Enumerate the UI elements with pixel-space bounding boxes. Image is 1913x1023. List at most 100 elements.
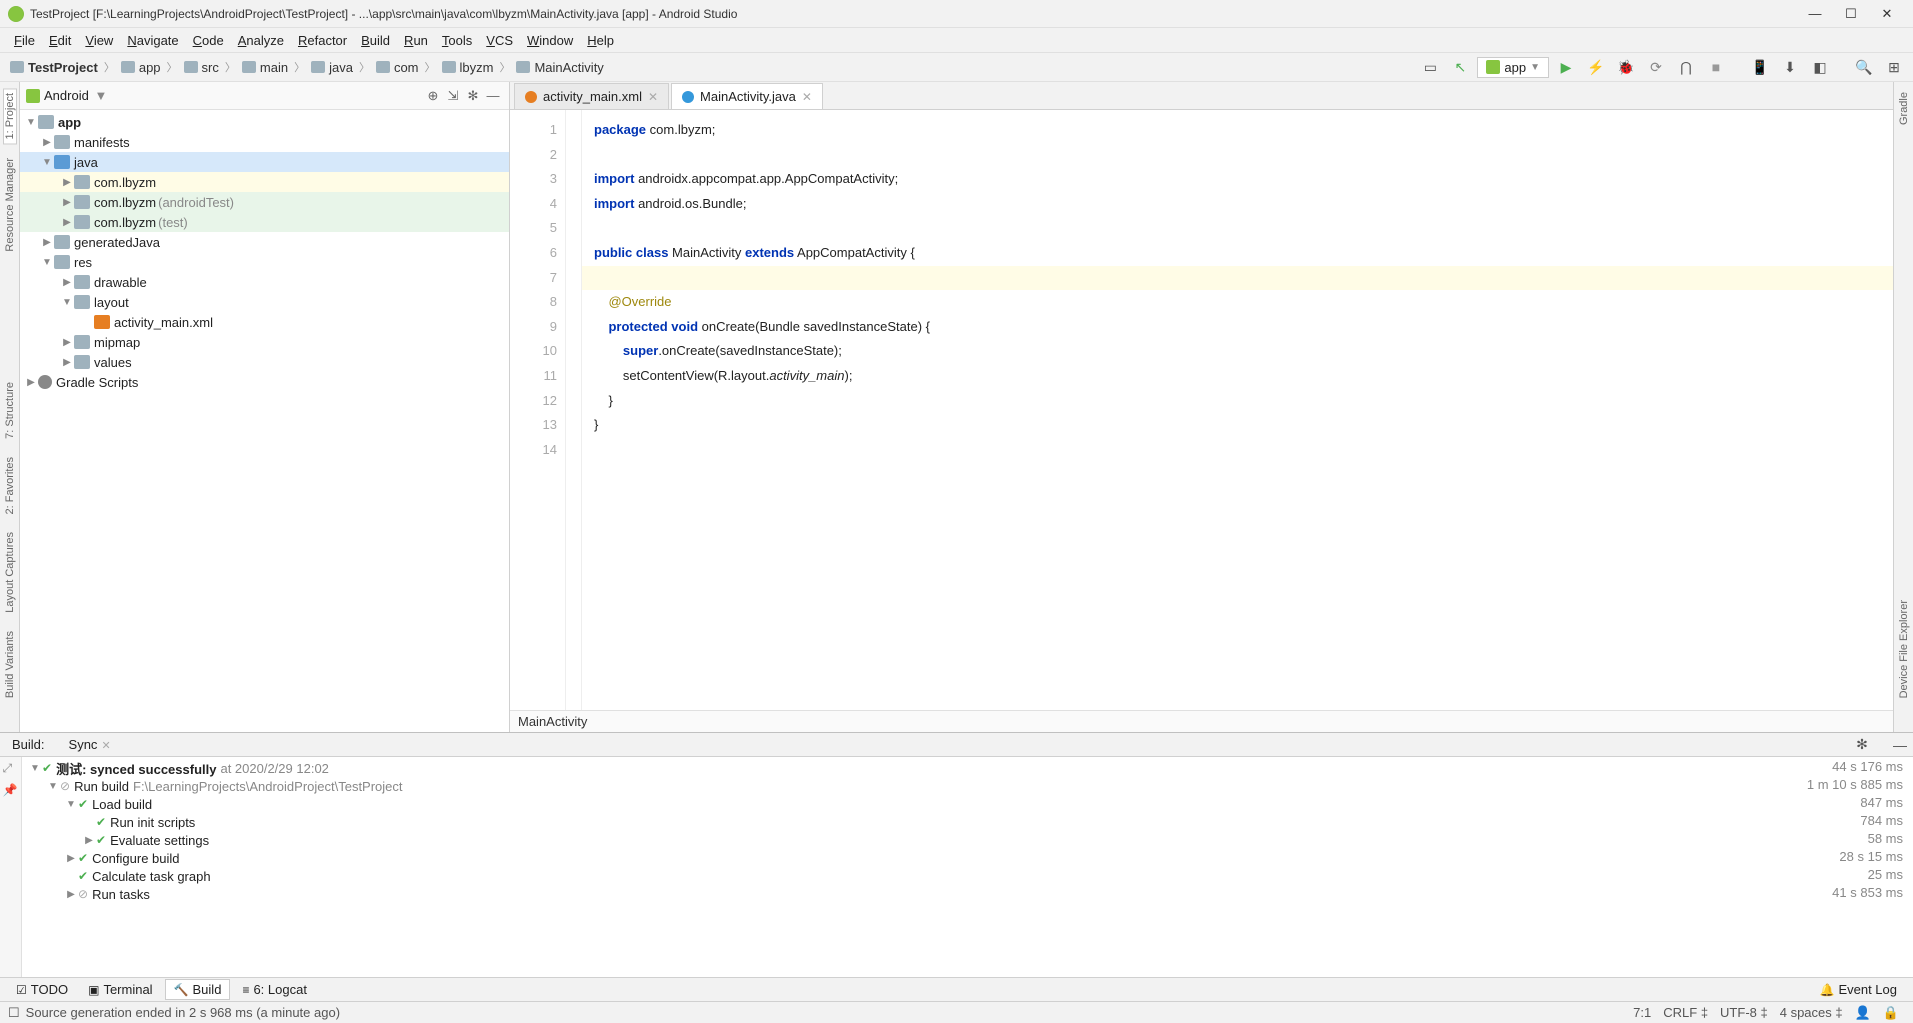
device-select-icon[interactable]: ▭ — [1417, 55, 1443, 79]
todo-tab[interactable]: ☑ TODO — [8, 980, 76, 999]
tree-node-drawable[interactable]: drawable — [20, 272, 509, 292]
build-tree[interactable]: ▼✔测试: synced successfullyat 2020/2/29 12… — [22, 757, 1793, 977]
tree-node-pkg-main[interactable]: com.lbyzm — [20, 172, 509, 192]
breadcrumb-testproject[interactable]: TestProject — [6, 58, 102, 77]
apply-changes-icon[interactable]: ⚡ — [1583, 55, 1609, 79]
inspection-icon[interactable]: 👤 — [1849, 1005, 1877, 1021]
close-button[interactable]: ✕ — [1869, 2, 1905, 26]
menu-build[interactable]: Build — [355, 31, 396, 50]
sync-tab[interactable]: Sync✕ — [63, 735, 117, 754]
build-item[interactable]: ▶✔Evaluate settings — [28, 831, 1787, 849]
search-everywhere-icon[interactable]: 🔍 — [1851, 55, 1877, 79]
close-icon[interactable]: ✕ — [802, 90, 812, 104]
build-variants-tab[interactable]: Build Variants — [4, 627, 16, 702]
project-tree[interactable]: app manifests java com.lbyzm com.lbyzm(a… — [20, 110, 509, 732]
indent-config[interactable]: 4 spaces ‡ — [1774, 1005, 1849, 1020]
tree-node-activity-main-xml[interactable]: activity_main.xml — [20, 312, 509, 332]
menu-edit[interactable]: Edit — [43, 31, 77, 50]
menu-file[interactable]: File — [8, 31, 41, 50]
code-editor[interactable]: package com.lbyzm; import androidx.appco… — [582, 110, 1893, 710]
menu-run[interactable]: Run — [398, 31, 434, 50]
gradle-tab[interactable]: Gradle — [1898, 88, 1910, 129]
event-log-tab[interactable]: 🔔 Event Log — [1812, 980, 1906, 999]
build-item[interactable]: ▼✔Load build — [28, 795, 1787, 813]
cursor-position[interactable]: 7:1 — [1627, 1005, 1657, 1020]
attach-debugger-icon[interactable]: ⋂ — [1673, 55, 1699, 79]
project-view-select[interactable]: Android ▼ — [44, 88, 423, 103]
breadcrumb-app[interactable]: app — [117, 58, 165, 77]
select-opened-icon[interactable]: ⊕ — [423, 86, 443, 106]
tree-node-manifests[interactable]: manifests — [20, 132, 509, 152]
editor-tab-MainActivity-java[interactable]: MainActivity.java✕ — [671, 83, 823, 109]
tree-node-generatedjava[interactable]: generatedJava — [20, 232, 509, 252]
build-item[interactable]: ✔Run init scripts — [28, 813, 1787, 831]
tree-node-gradle-scripts[interactable]: Gradle Scripts — [20, 372, 509, 392]
device-file-explorer-tab[interactable]: Device File Explorer — [1898, 596, 1910, 702]
editor-tab-activity_main-xml[interactable]: activity_main.xml✕ — [514, 83, 669, 109]
build-settings-icon[interactable]: ✻ — [1849, 733, 1875, 757]
tree-node-pkg-test[interactable]: com.lbyzm(test) — [20, 212, 509, 232]
menu-vcs[interactable]: VCS — [480, 31, 519, 50]
breadcrumb-java[interactable]: java — [307, 58, 357, 77]
stop-button[interactable]: ■ — [1703, 55, 1729, 79]
breadcrumb-main[interactable]: main — [238, 58, 292, 77]
menu-help[interactable]: Help — [581, 31, 620, 50]
tree-node-pkg-androidtest[interactable]: com.lbyzm(androidTest) — [20, 192, 509, 212]
layout-captures-tab[interactable]: Layout Captures — [4, 528, 16, 617]
tree-node-mipmap[interactable]: mipmap — [20, 332, 509, 352]
status-icon[interactable]: ☐ — [8, 1005, 20, 1021]
build-root-row[interactable]: ▼✔测试: synced successfullyat 2020/2/29 12… — [28, 759, 1787, 777]
menu-view[interactable]: View — [79, 31, 119, 50]
breadcrumb-src[interactable]: src — [180, 58, 223, 77]
layout-inspector-icon[interactable]: ◧ — [1807, 55, 1833, 79]
hide-build-panel-icon[interactable]: — — [1887, 733, 1913, 757]
resource-manager-tab[interactable]: Resource Manager — [4, 154, 16, 256]
editor-breadcrumb[interactable]: MainActivity — [510, 710, 1893, 732]
logcat-tab[interactable]: ≡ 6: Logcat — [234, 980, 315, 999]
menu-code[interactable]: Code — [187, 31, 230, 50]
sdk-manager-icon[interactable]: ⬇ — [1777, 55, 1803, 79]
settings-icon[interactable]: ✻ — [463, 86, 483, 106]
project-tool-tab[interactable]: 1: Project — [3, 88, 17, 144]
menu-analyze[interactable]: Analyze — [232, 31, 290, 50]
hide-panel-icon[interactable]: — — [483, 86, 503, 106]
menu-navigate[interactable]: Navigate — [121, 31, 184, 50]
favorites-tab[interactable]: 2: Favorites — [4, 453, 16, 518]
run-configuration[interactable]: app ▼ — [1477, 57, 1549, 78]
collapse-all-icon[interactable]: ⇲ — [443, 86, 463, 106]
build-item[interactable]: ▶✔Configure build — [28, 849, 1787, 867]
terminal-tab[interactable]: ▣ Terminal — [80, 980, 160, 999]
avd-manager-icon[interactable]: 📱 — [1747, 55, 1773, 79]
breadcrumb-lbyzm[interactable]: lbyzm — [438, 58, 498, 77]
breadcrumb-com[interactable]: com — [372, 58, 423, 77]
tree-node-app[interactable]: app — [20, 112, 509, 132]
file-encoding[interactable]: UTF-8 ‡ — [1714, 1005, 1774, 1020]
close-icon[interactable]: ✕ — [648, 90, 658, 104]
pin-icon[interactable]: 📌 — [3, 783, 19, 799]
build-item[interactable]: ▶⊘Run tasks — [28, 885, 1787, 903]
breadcrumb-mainactivity[interactable]: MainActivity — [512, 58, 607, 77]
close-icon[interactable]: ✕ — [101, 740, 110, 752]
run-button[interactable]: ▶ — [1553, 55, 1579, 79]
minimize-button[interactable]: — — [1797, 2, 1833, 26]
structure-tab[interactable]: 7: Structure — [4, 378, 16, 443]
profile-button[interactable]: ⟳ — [1643, 55, 1669, 79]
lock-icon[interactable]: 🔒 — [1877, 1005, 1905, 1021]
project-structure-icon[interactable]: ⊞ — [1881, 55, 1907, 79]
build-item[interactable]: ▼⊘Run buildF:\LearningProjects\AndroidPr… — [28, 777, 1787, 795]
debug-button[interactable]: 🐞 — [1613, 55, 1639, 79]
tree-node-values[interactable]: values — [20, 352, 509, 372]
editor-body[interactable]: 1234567891011121314 package com.lbyzm; i… — [510, 110, 1893, 710]
menu-tools[interactable]: Tools — [436, 31, 478, 50]
menu-refactor[interactable]: Refactor — [292, 31, 353, 50]
maximize-button[interactable]: ☐ — [1833, 2, 1869, 26]
menu-window[interactable]: Window — [521, 31, 579, 50]
expand-all-icon[interactable]: ⤢ — [3, 761, 19, 777]
tree-node-res[interactable]: res — [20, 252, 509, 272]
sync-gradle-icon[interactable]: ↖ — [1447, 55, 1473, 79]
build-tab[interactable]: 🔨 Build — [165, 979, 231, 1000]
line-separator[interactable]: CRLF ‡ — [1657, 1005, 1714, 1020]
tree-node-java[interactable]: java — [20, 152, 509, 172]
build-item[interactable]: ✔Calculate task graph — [28, 867, 1787, 885]
tree-node-layout[interactable]: layout — [20, 292, 509, 312]
